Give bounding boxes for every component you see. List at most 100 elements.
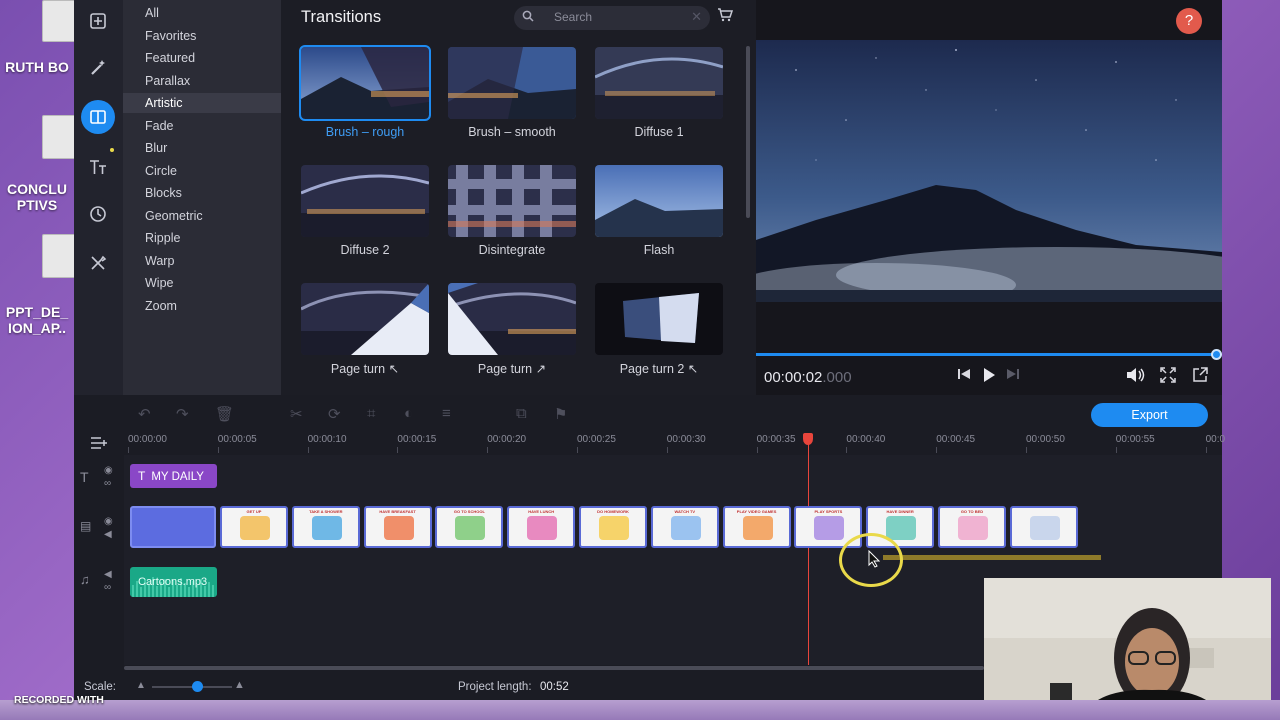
timecode-ms: .000	[822, 369, 852, 386]
ruler-tick-label: 00:00:15	[397, 434, 437, 445]
video-clip[interactable]	[1009, 506, 1078, 548]
skip-back-icon[interactable]	[957, 367, 971, 385]
link-icon[interactable]: ∞	[104, 582, 111, 593]
video-clip[interactable]: GO TO SCHOOL	[435, 506, 504, 548]
clip-caption: TAKE A SHOWER	[309, 509, 343, 514]
desktop-file-icon[interactable]	[42, 234, 76, 278]
eye-icon[interactable]: ◉	[104, 516, 113, 527]
store-cart-icon[interactable]	[717, 8, 734, 25]
category-ripple[interactable]: Ripple	[123, 228, 281, 248]
zoom-in-icon[interactable]: ▲	[234, 679, 245, 691]
rotate-icon[interactable]: ⟳	[328, 405, 341, 423]
video-clip[interactable]: HAVE LUNCH	[507, 506, 576, 548]
undo-icon[interactable]: ↶	[138, 405, 151, 423]
category-blur[interactable]: Blur	[123, 138, 281, 158]
category-fade[interactable]: Fade	[123, 116, 281, 136]
clip-caption: HAVE DINNER	[886, 509, 914, 514]
transition-thumbnail[interactable]	[448, 283, 576, 355]
zoom-out-icon[interactable]: ▲	[136, 680, 146, 691]
redo-icon[interactable]: ↷	[176, 405, 189, 423]
timeline-scrollbar[interactable]	[124, 666, 984, 670]
filters-icon[interactable]	[81, 51, 115, 85]
desktop: RUTH BO CONCLU PTIVS PPT_DE_ ION_AP.. Al…	[0, 0, 1280, 720]
transition-thumbnail[interactable]	[301, 165, 429, 237]
color-adjust-icon[interactable]: ◐	[404, 405, 413, 422]
search-input[interactable]: Search ✕	[514, 6, 710, 30]
speaker-icon[interactable]: ◀	[104, 529, 112, 540]
video-clip[interactable]: TAKE A SHOWER	[291, 506, 360, 548]
transition-thumbnail[interactable]	[595, 47, 723, 119]
transition-thumbnail[interactable]	[595, 165, 723, 237]
stickers-icon[interactable]	[81, 197, 115, 231]
crop-icon[interactable]: ⌗	[367, 405, 375, 422]
category-artistic[interactable]: Artistic	[123, 93, 281, 113]
desktop-file-label[interactable]: CONCLU PTIVS	[0, 181, 74, 213]
detach-player-icon[interactable]	[1192, 367, 1208, 387]
category-parallax[interactable]: Parallax	[123, 71, 281, 91]
tool-rail	[74, 0, 123, 395]
ruler-tick-label: 00:00:40	[846, 434, 886, 445]
video-clip[interactable]: PLAY VIDEO GAMES	[722, 506, 791, 548]
transitions-scrollbar[interactable]	[746, 46, 750, 218]
video-clip[interactable]: HAVE BREAKFAST	[363, 506, 432, 548]
ruler-tick	[487, 447, 489, 453]
play-icon[interactable]	[982, 367, 996, 387]
speaker-icon[interactable]: ◀	[104, 569, 112, 580]
video-clip[interactable]: DO HOMEWORK	[579, 506, 647, 548]
transition-categories: All Favorites Featured Parallax Artistic…	[123, 0, 281, 395]
transition-thumbnail[interactable]	[448, 47, 576, 119]
timeline-ruler[interactable]: 00:00:00 00:00:05 00:00:10 00:00:15 00:00:20…	[74, 433, 1225, 455]
skip-forward-icon[interactable]	[1006, 367, 1020, 385]
category-wipe[interactable]: Wipe	[123, 273, 281, 293]
titles-icon[interactable]	[81, 150, 115, 184]
clear-search-icon[interactable]: ✕	[691, 9, 702, 25]
volume-icon[interactable]	[1126, 367, 1146, 387]
scale-slider-knob[interactable]	[192, 681, 203, 692]
overlay-icon[interactable]: ⧉	[516, 405, 527, 422]
video-clip[interactable]: GET UP	[220, 506, 288, 548]
clip-properties-icon[interactable]: ≡	[442, 405, 451, 422]
transitions-panel: Transitions Search ✕ Brush – rough Brush…	[281, 0, 756, 395]
delete-icon[interactable]: 🗑	[215, 405, 234, 423]
eye-icon[interactable]: ◉	[104, 465, 113, 476]
playhead-handle[interactable]	[803, 433, 813, 445]
transition-thumbnail[interactable]	[448, 165, 576, 237]
marker-flag-icon[interactable]: ⚑	[554, 405, 567, 423]
add-media-icon[interactable]	[81, 4, 115, 38]
ruler-tick	[936, 447, 938, 453]
playhead-line[interactable]	[808, 433, 809, 667]
transition-label: Page turn ↗	[477, 362, 547, 376]
desktop-file-icon[interactable]	[42, 0, 76, 42]
video-clip[interactable]: GO TO BED	[938, 506, 1006, 548]
clip-caption: HAVE BREAKFAST	[379, 509, 416, 514]
playback-progress-bar[interactable]	[756, 353, 1216, 356]
category-geometric[interactable]: Geometric	[123, 206, 281, 226]
category-zoom[interactable]: Zoom	[123, 296, 281, 316]
category-all[interactable]: All	[123, 3, 281, 23]
audio-clip[interactable]: Cartoons.mp3	[130, 567, 217, 597]
desktop-file-label[interactable]: RUTH BO	[0, 59, 74, 75]
desktop-file-label[interactable]: PPT_DE_ ION_AP..	[0, 304, 74, 336]
category-circle[interactable]: Circle	[123, 161, 281, 181]
playback-progress-knob[interactable]	[1211, 349, 1222, 360]
category-warp[interactable]: Warp	[123, 251, 281, 271]
transition-thumbnail[interactable]	[595, 283, 723, 355]
ruler-tick-label: 00:00:30	[666, 434, 706, 445]
title-clip[interactable]: T MY DAILY	[130, 464, 217, 488]
link-icon[interactable]: ∞	[104, 478, 111, 489]
more-tools-icon[interactable]	[81, 246, 115, 280]
export-button[interactable]: Export	[1091, 403, 1208, 427]
ruler-tick	[217, 447, 219, 453]
video-clip[interactable]: WATCH TV	[650, 506, 719, 548]
transition-thumbnail[interactable]	[301, 283, 429, 355]
category-blocks[interactable]: Blocks	[123, 183, 281, 203]
fullscreen-icon[interactable]	[1160, 367, 1176, 387]
cut-icon[interactable]: ✂	[290, 405, 303, 423]
category-featured[interactable]: Featured	[123, 48, 281, 68]
category-favorites[interactable]: Favorites	[123, 26, 281, 46]
video-clip[interactable]	[130, 506, 216, 548]
transitions-icon[interactable]	[81, 100, 115, 134]
desktop-file-icon[interactable]	[42, 115, 76, 159]
help-button[interactable]: ?	[1176, 8, 1202, 34]
transition-thumbnail[interactable]	[299, 45, 431, 121]
